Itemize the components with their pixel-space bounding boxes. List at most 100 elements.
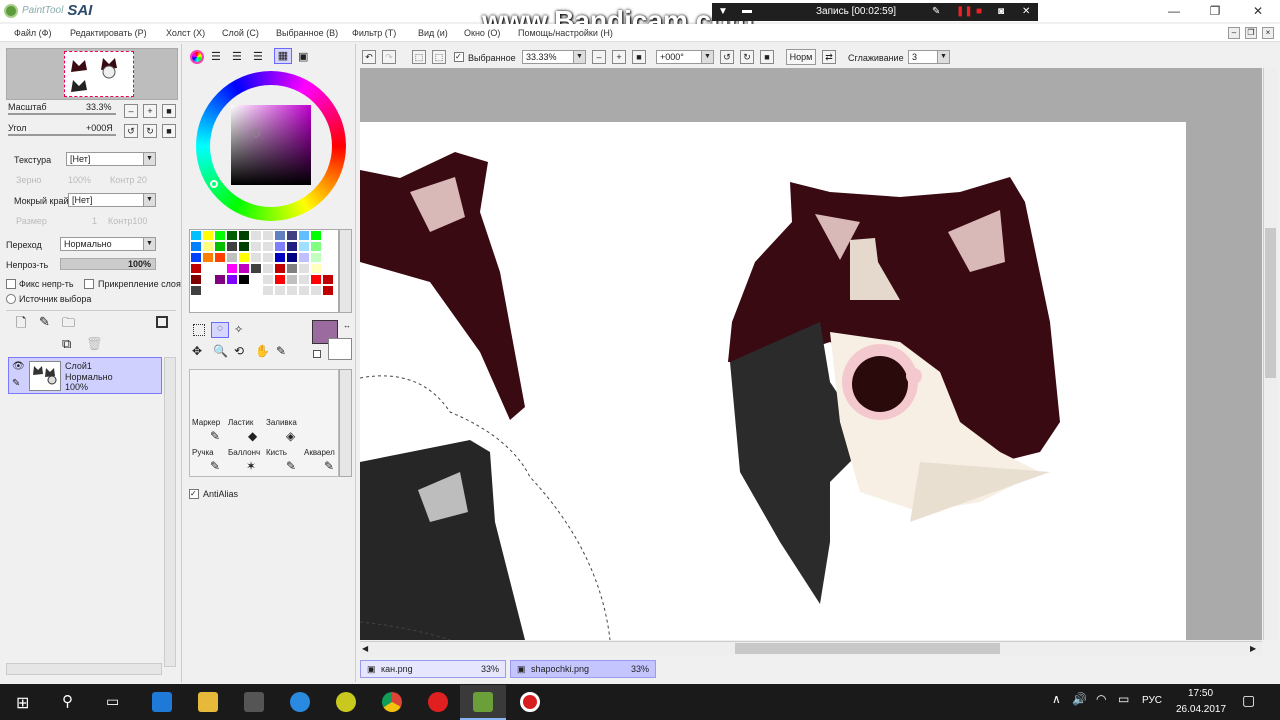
color-swatch[interactable]	[214, 263, 226, 274]
edge-icon[interactable]	[152, 692, 172, 712]
toolbar-rotate-right-button[interactable]: ↻	[740, 50, 754, 64]
color-swatch[interactable]	[298, 241, 310, 252]
swatch-scrollbar[interactable]	[339, 229, 352, 313]
color-swatch[interactable]	[226, 274, 238, 285]
color-swatch[interactable]	[274, 285, 286, 296]
rotate-reset-button[interactable]: ■	[162, 124, 176, 138]
language-indicator[interactable]: РУС	[1142, 695, 1162, 706]
color-swatch[interactable]	[286, 274, 298, 285]
color-swatch[interactable]	[250, 252, 262, 263]
color-swatch[interactable]	[310, 263, 322, 274]
color-swatch[interactable]	[214, 230, 226, 241]
menu-edit[interactable]: Редактировать (Р)	[70, 28, 147, 38]
color-swatch[interactable]	[310, 252, 322, 263]
color-swatch[interactable]	[262, 274, 274, 285]
color-swatch[interactable]	[226, 241, 238, 252]
rotate-left-button[interactable]: ↺	[124, 124, 138, 138]
flip-view-button[interactable]: ⇄	[822, 50, 836, 64]
toolbar-rotate-reset-button[interactable]: ■	[760, 50, 774, 64]
color-swatch[interactable]	[250, 230, 262, 241]
antialias-checkbox[interactable]: ✓	[189, 489, 199, 499]
eye-icon[interactable]: 👁	[12, 361, 25, 372]
close-icon[interactable]: ✕	[1022, 3, 1030, 21]
layer-scrollbar[interactable]	[164, 357, 176, 667]
layer-mask-icon[interactable]	[156, 316, 168, 328]
tab-shapochki[interactable]: ▣ shapochki.png 33%	[510, 660, 656, 678]
notifications-icon[interactable]: ▢	[1242, 692, 1255, 709]
minimize-icon[interactable]: —	[1164, 3, 1184, 19]
show-selection-checkbox[interactable]: ✓	[454, 52, 464, 62]
pause-icon[interactable]: ❚❚	[956, 3, 973, 21]
clip-layer-checkbox[interactable]	[84, 279, 94, 289]
color-swatch[interactable]	[322, 274, 334, 285]
angle-select[interactable]: +000° ▼	[656, 50, 714, 64]
toolbar-zoom-out-button[interactable]: –	[592, 50, 606, 64]
swatch-grid[interactable]	[189, 229, 339, 313]
color-swatch[interactable]	[322, 263, 334, 274]
store-icon[interactable]	[244, 692, 264, 712]
angle-slider[interactable]	[8, 134, 116, 136]
magic-wand-icon[interactable]: ✧	[234, 323, 243, 336]
zoom-in-button[interactable]: +	[143, 104, 157, 118]
chevron-down-icon[interactable]: ▼	[718, 3, 728, 21]
color-swatch[interactable]	[238, 230, 250, 241]
color-swatch[interactable]	[190, 241, 202, 252]
color-swatch[interactable]	[298, 230, 310, 241]
pencil-icon[interactable]: ✎	[932, 3, 940, 21]
task-view-icon[interactable]: ▭	[106, 693, 119, 710]
color-swatch[interactable]	[238, 285, 250, 296]
color-swatch[interactable]	[202, 252, 214, 263]
color-swatch[interactable]	[274, 263, 286, 274]
new-vector-layer-icon[interactable]: ✎	[39, 314, 50, 330]
trash-icon[interactable]: 🗑	[86, 336, 103, 352]
opera-icon[interactable]	[428, 692, 448, 712]
color-swatch[interactable]	[226, 252, 238, 263]
brush-tool[interactable]: Кисть ✎	[266, 448, 304, 478]
color-swatch[interactable]	[262, 252, 274, 263]
chevron-up-icon[interactable]: ∧	[1052, 692, 1061, 706]
color-swatch[interactable]	[286, 285, 298, 296]
menu-help[interactable]: Помощь/настройки (Н)	[518, 28, 613, 38]
vertical-scrollbar[interactable]	[1263, 68, 1277, 640]
color-swatch[interactable]	[238, 252, 250, 263]
file-explorer-icon[interactable]	[198, 692, 218, 712]
close-icon[interactable]: ✕	[1248, 3, 1268, 19]
color-swatch[interactable]	[286, 241, 298, 252]
merge-layer-icon[interactable]: ⧉	[62, 336, 71, 352]
texture-select[interactable]: [Нет] ▼	[66, 152, 156, 166]
scroll-right-icon[interactable]: ▶	[1250, 644, 1256, 653]
menu-canvas[interactable]: Холст (Х)	[166, 28, 205, 38]
normal-view-button[interactable]: Норм	[786, 49, 816, 65]
scroll-left-icon[interactable]: ◀	[362, 644, 368, 653]
toolbar-rotate-left-button[interactable]: ↺	[720, 50, 734, 64]
color-swatch[interactable]	[322, 252, 334, 263]
color-swatch[interactable]	[214, 274, 226, 285]
zoom-reset-button[interactable]: ■	[162, 104, 176, 118]
color-swatch[interactable]	[274, 241, 286, 252]
rotate-tool-icon[interactable]: ⟲	[234, 344, 244, 358]
color-swatch[interactable]	[310, 230, 322, 241]
deselect-button[interactable]: ⬚	[412, 50, 426, 64]
color-swatch[interactable]	[190, 263, 202, 274]
menu-selection[interactable]: Выбранное (В)	[276, 28, 338, 38]
color-swatch[interactable]	[262, 263, 274, 274]
rgb-slider-tab-icon[interactable]: ☰	[211, 50, 221, 63]
pen-tool[interactable]: Ручка ✎	[192, 448, 230, 478]
new-folder-icon[interactable]: 🗀	[62, 314, 75, 336]
navigator[interactable]	[6, 48, 178, 100]
background-color-swatch[interactable]	[328, 338, 352, 360]
color-swatch[interactable]	[274, 252, 286, 263]
color-swatch[interactable]	[226, 230, 238, 241]
color-swatch[interactable]	[190, 285, 202, 296]
fix-opacity-checkbox[interactable]	[6, 279, 16, 289]
zoom-out-button[interactable]: –	[124, 104, 138, 118]
color-swatch[interactable]	[190, 274, 202, 285]
scratchpad-tab-icon[interactable]: ▣	[298, 50, 308, 63]
color-swatch[interactable]	[298, 285, 310, 296]
invert-selection-button[interactable]: ⬚	[432, 50, 446, 64]
windows-start-icon[interactable]: ⊞	[16, 693, 29, 713]
color-swatch[interactable]	[238, 274, 250, 285]
menu-view[interactable]: Вид (и)	[418, 28, 448, 38]
color-swatch[interactable]	[322, 285, 334, 296]
color-swatch[interactable]	[310, 241, 322, 252]
